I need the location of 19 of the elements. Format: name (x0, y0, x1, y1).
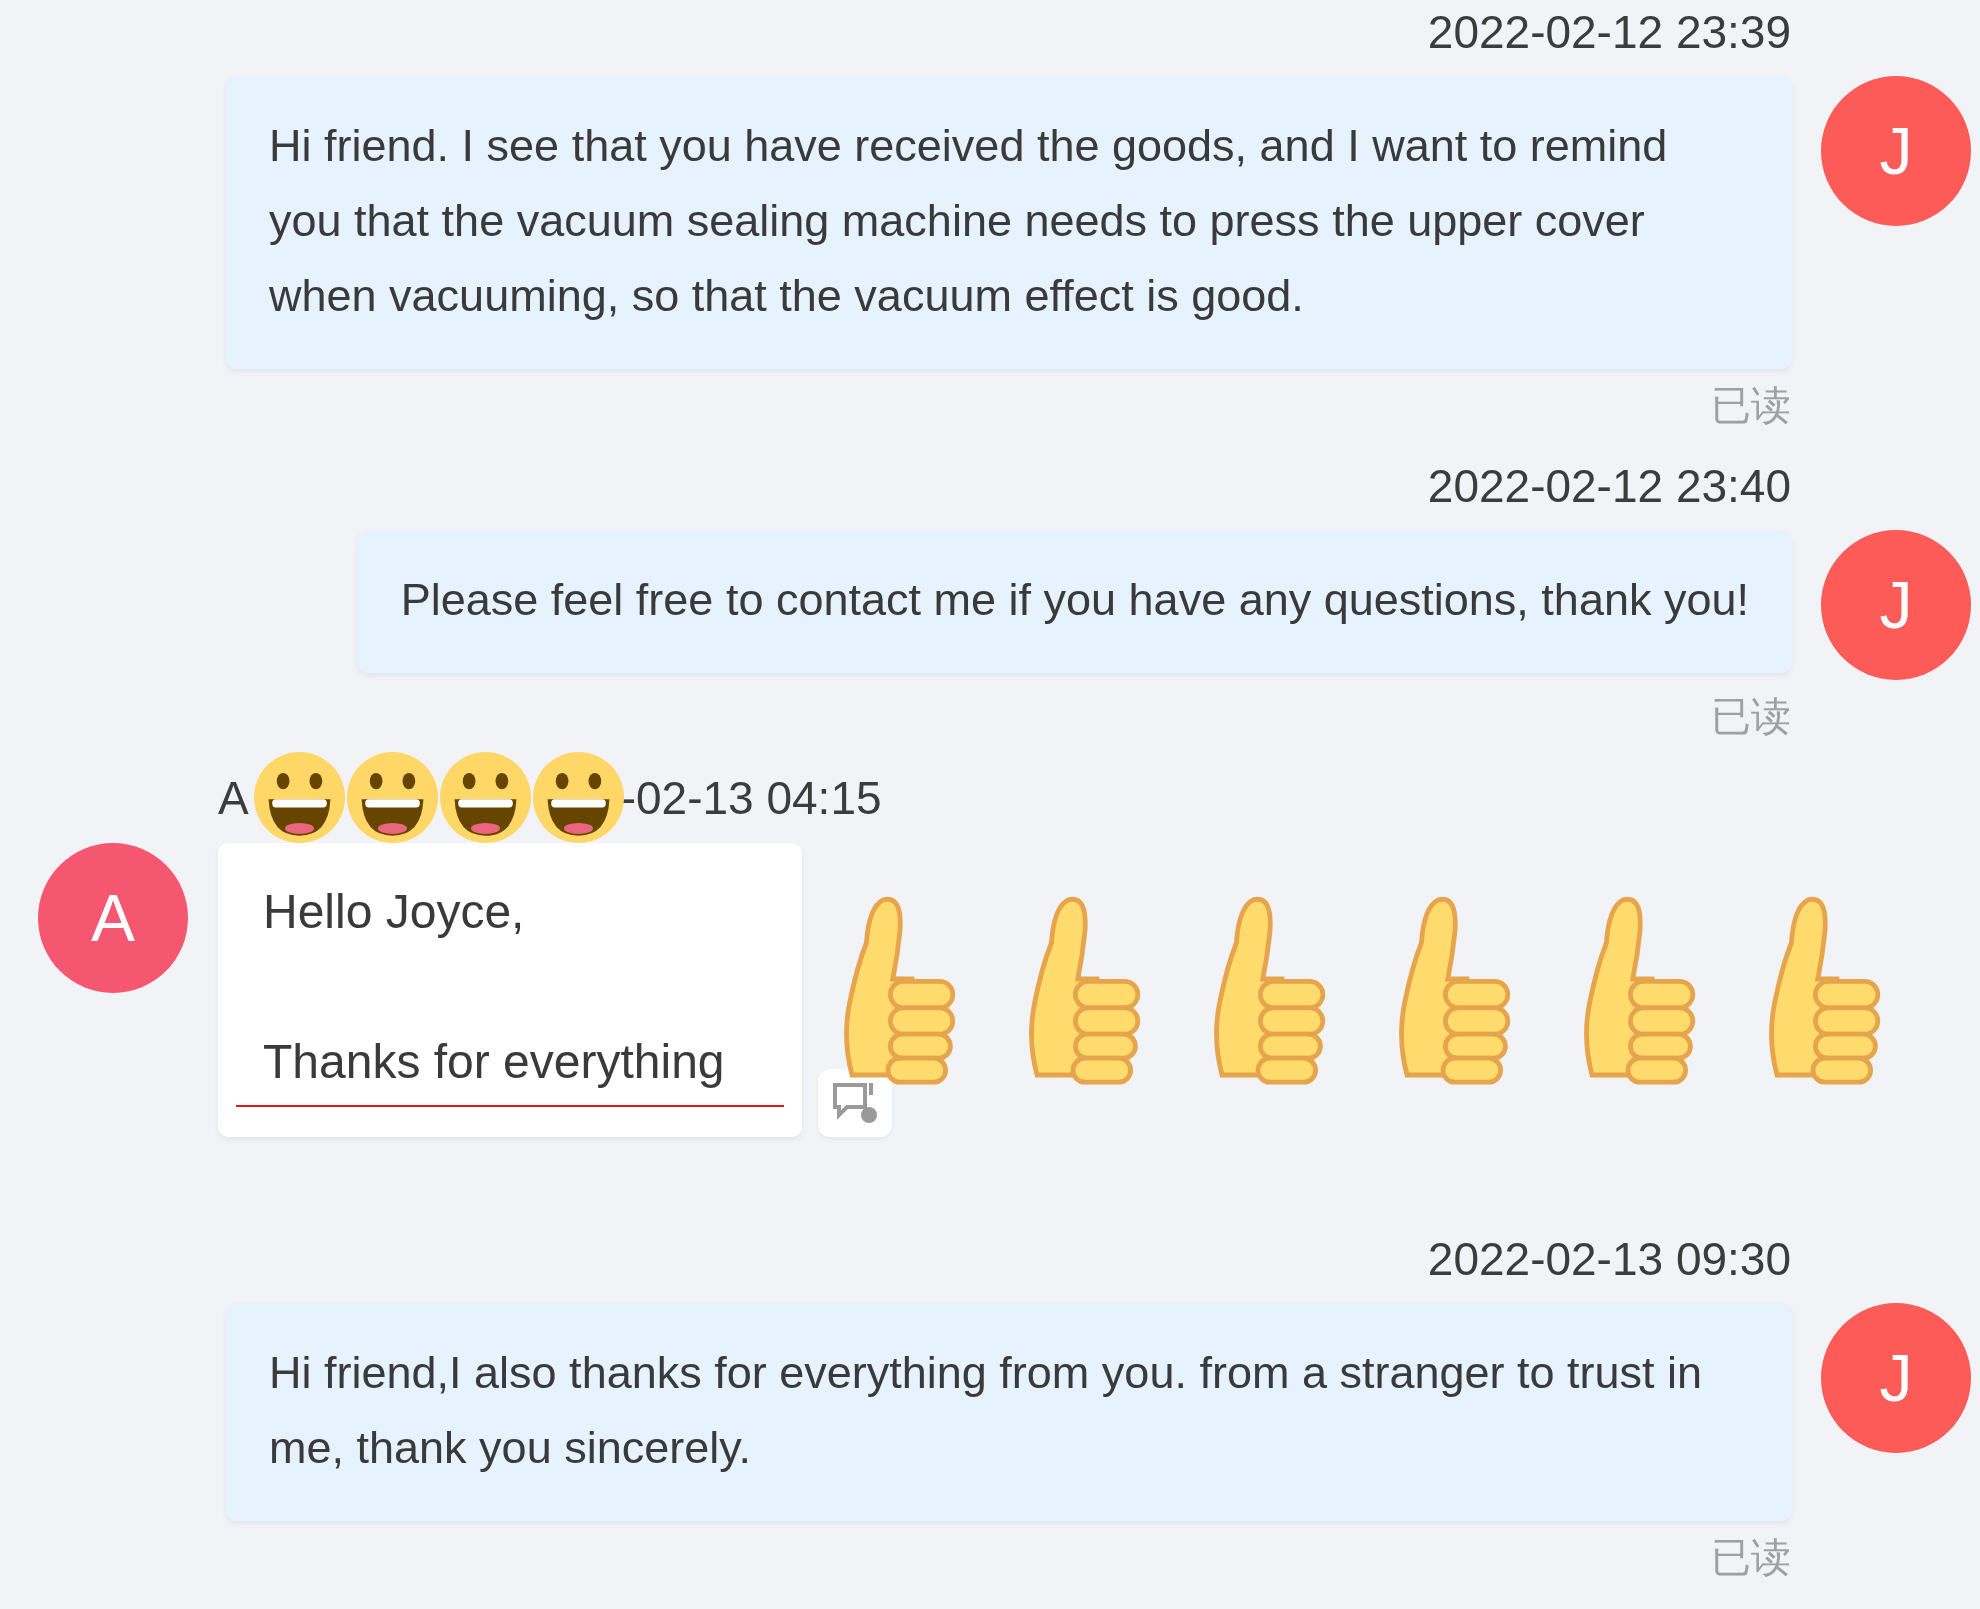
message-timestamp: 2022-02-12 23:39 (1427, 5, 1791, 60)
user-avatar[interactable]: J (1821, 1303, 1971, 1453)
message-timestamp: 2022-02-12 23:40 (1427, 459, 1791, 514)
read-status: 已读 (1711, 693, 1791, 740)
read-status: 已读 (1711, 1534, 1791, 1581)
read-status: 已读 (1711, 382, 1791, 429)
message-bubble: Please feel free to contact me if you have any questions, thank you! (357, 530, 1792, 673)
translate-button[interactable] (818, 1069, 892, 1137)
message-text: Hello Joyce, (262, 884, 526, 940)
message-timestamp: -02-13 04:15 (620, 770, 882, 825)
message-text: Thanks for everything (262, 1034, 726, 1090)
message-timestamp: 2022-02-13 09:30 (1427, 1232, 1791, 1287)
user-avatar[interactable]: J (1821, 530, 1971, 680)
user-avatar[interactable]: J (1821, 76, 1971, 226)
translate-icon (831, 1081, 879, 1125)
message-bubble: Hi friend,I also thanks for everything from you. from a stranger to trust in me, thank you sincerely. (226, 1303, 1792, 1521)
message-bubble: Hi friend. I see that you have received the goods, and I want to remind you that the vacuum sealing machine needs to press the upper cover when vacuuming, so that the vacuum effect is good. (226, 76, 1792, 369)
sender-name: A (218, 770, 249, 825)
user-avatar[interactable]: A (38, 843, 188, 993)
